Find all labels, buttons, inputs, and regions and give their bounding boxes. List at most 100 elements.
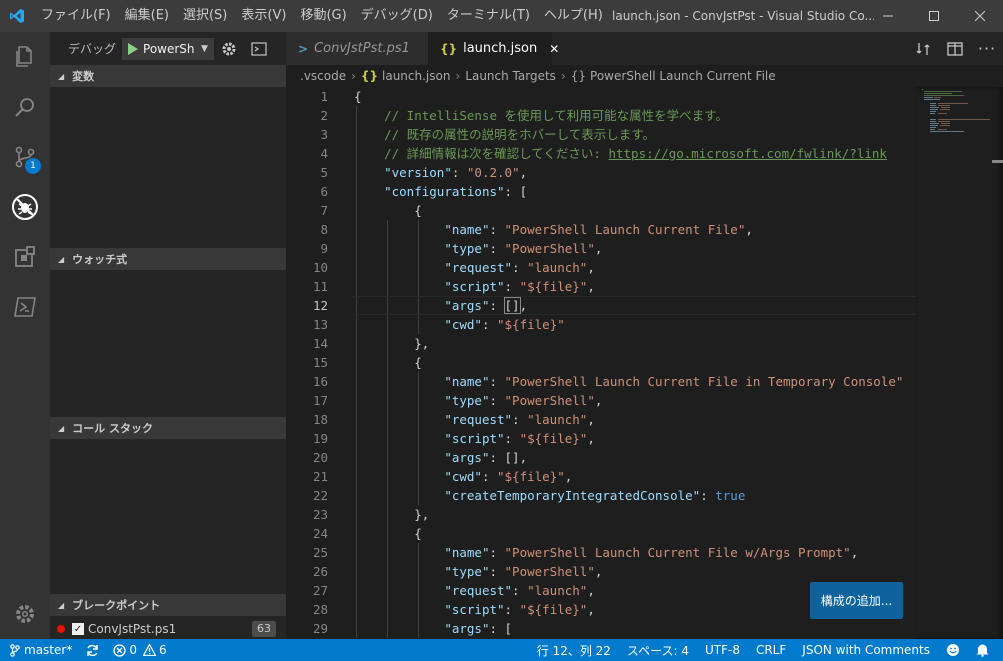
code-line[interactable]: 9 "type": "PowerShell", (286, 239, 916, 258)
debug-console-button[interactable] (244, 41, 274, 56)
language-mode[interactable]: JSON with Comments (802, 643, 930, 657)
more-actions-button[interactable]: ··· (971, 39, 1003, 58)
cursor-position[interactable]: 行 12、列 22 (537, 642, 611, 659)
split-editor-button[interactable] (939, 41, 971, 56)
menu-view[interactable]: 表示(V) (234, 0, 293, 32)
debug-view-button[interactable] (0, 182, 50, 232)
code-line[interactable]: 18 "request": "launch", (286, 410, 916, 429)
section-title: ブレークポイント (72, 599, 161, 612)
code-line[interactable]: 13 "cwd": "${file}" (286, 315, 916, 334)
token: : (512, 583, 528, 598)
minimap[interactable] (916, 87, 1003, 639)
token: , (587, 412, 595, 427)
token: : (489, 298, 505, 313)
token: "PowerShell" (504, 241, 595, 256)
search-button[interactable] (0, 82, 50, 132)
variables-section-header[interactable]: ◢ 変数 (50, 65, 286, 87)
breadcrumb-folder[interactable]: .vscode (300, 69, 346, 83)
code-line[interactable]: 12 "args": [], (286, 296, 916, 315)
scrollbar-thumb[interactable] (992, 160, 1003, 163)
code-line[interactable]: 3 // 既存の属性の説明をホバーして表示します。 (286, 125, 916, 144)
code-line[interactable]: 23 }, (286, 505, 916, 524)
breadcrumb-launch-targets[interactable]: Launch Targets (465, 69, 556, 83)
code-line[interactable]: 24 { (286, 524, 916, 543)
explorer-button[interactable] (0, 32, 50, 82)
code-line[interactable]: 22 "createTemporaryIntegratedConsole": t… (286, 486, 916, 505)
code-line[interactable]: 29 "args": [ (286, 619, 916, 638)
callstack-section-header[interactable]: ◢ コール スタック (50, 417, 286, 439)
watch-section-header[interactable]: ◢ ウォッチ式 (50, 248, 286, 270)
code-line[interactable]: 8 "name": "PowerShell Launch Current Fil… (286, 220, 916, 239)
gear-icon (222, 42, 236, 55)
json-file-icon: {} (440, 41, 458, 56)
code-line[interactable]: 11 "script": "${file}", (286, 277, 916, 296)
breakpoint-item[interactable]: ✓ ConvJstPst.ps1 63 (50, 619, 286, 639)
eol-status[interactable]: CRLF (756, 643, 786, 657)
code-line[interactable]: 21 "cwd": "${file}", (286, 467, 916, 486)
code-line[interactable]: 7 { (286, 201, 916, 220)
collapse-icon: ◢ (58, 600, 65, 610)
token: , (587, 583, 595, 598)
close-window-button[interactable] (957, 0, 1003, 32)
menu-help[interactable]: ヘルプ(H) (537, 0, 610, 32)
close-icon[interactable]: ✕ (549, 42, 559, 56)
line-text: "type": "PowerShell", (354, 391, 602, 410)
code-line[interactable]: 2 // IntelliSense を使用して利用可能な属性を学べます。 (286, 106, 916, 125)
extensions-button[interactable] (0, 232, 50, 282)
menu-file[interactable]: ファイル(F) (34, 0, 118, 32)
code-line[interactable]: 25 "name": "PowerShell Launch Current Fi… (286, 543, 916, 562)
manage-button[interactable] (0, 589, 50, 639)
code-line[interactable]: 14 }, (286, 334, 916, 353)
object-icon: {} (570, 69, 587, 83)
token: "version" (384, 165, 452, 180)
sync-button[interactable] (86, 644, 99, 657)
tab-launch-json[interactable]: {} launch.json ✕ (428, 32, 559, 65)
minimize-button[interactable] (865, 0, 911, 32)
code-line[interactable]: 4 // 詳細情報は次を確認してください: https://go.microso… (286, 144, 916, 163)
code-line[interactable]: 15 { (286, 353, 916, 372)
breadcrumb-file[interactable]: launch.json (382, 69, 450, 83)
code-line[interactable]: 26 "type": "PowerShell", (286, 562, 916, 581)
line-text: "request": "launch", (354, 581, 595, 600)
config-name: PowerSh (143, 41, 195, 56)
code-line[interactable]: 20 "args": [], (286, 448, 916, 467)
branch-status[interactable]: master* (10, 643, 72, 657)
code-line[interactable]: 16 "name": "PowerShell Launch Current Fi… (286, 372, 916, 391)
code-line[interactable]: 6 "configurations": [ (286, 182, 916, 201)
menu-edit[interactable]: 編集(E) (118, 0, 176, 32)
code-line[interactable]: 17 "type": "PowerShell", (286, 391, 916, 410)
line-text: "request": "launch", (354, 410, 595, 429)
token: , (519, 298, 528, 313)
code-line[interactable]: 19 "script": "${file}", (286, 429, 916, 448)
token: https://go.microsoft.com/fwlink/?link (608, 146, 887, 161)
start-debugging-button[interactable] (123, 42, 143, 55)
code-line[interactable]: 10 "request": "launch", (286, 258, 916, 277)
code-line[interactable]: 1{ (286, 87, 916, 106)
menu-terminal[interactable]: ターミナル(T) (440, 0, 537, 32)
breadcrumb-config[interactable]: PowerShell Launch Current File (590, 69, 776, 83)
open-launch-json-button[interactable] (214, 41, 244, 57)
feedback-button[interactable] (946, 643, 960, 657)
menu-go[interactable]: 移動(G) (293, 0, 353, 32)
notifications-button[interactable] (976, 643, 989, 657)
indentation-status[interactable]: スペース: 4 (627, 642, 689, 659)
tab-convjstpst[interactable]: > ConvJstPst.ps1 (286, 32, 428, 65)
menu-debug[interactable]: デバッグ(D) (354, 0, 440, 32)
code-editor[interactable]: 1{2 // IntelliSense を使用して利用可能な属性を学べます。 3 … (286, 87, 916, 639)
code-line[interactable]: 5 "version": "0.2.0", (286, 163, 916, 182)
powershell-button[interactable] (0, 282, 50, 332)
add-configuration-button[interactable]: 構成の追加... (810, 582, 903, 619)
breakpoints-section-header[interactable]: ◢ ブレークポイント (50, 594, 286, 616)
encoding-status[interactable]: UTF-8 (705, 643, 740, 657)
open-changes-button[interactable] (907, 41, 939, 57)
problems-status[interactable]: 0 6 (113, 643, 167, 657)
source-control-button[interactable]: 1 (0, 132, 50, 182)
launch-config-select[interactable]: PowerSh ▼ (122, 37, 215, 60)
token: : [ (504, 184, 528, 199)
maximize-button[interactable] (911, 0, 957, 32)
breakpoint-checkbox[interactable]: ✓ (72, 623, 84, 635)
line-text: // 詳細情報は次を確認してください: https://go.microsoft… (354, 144, 887, 163)
menu-selection[interactable]: 選択(S) (176, 0, 234, 32)
